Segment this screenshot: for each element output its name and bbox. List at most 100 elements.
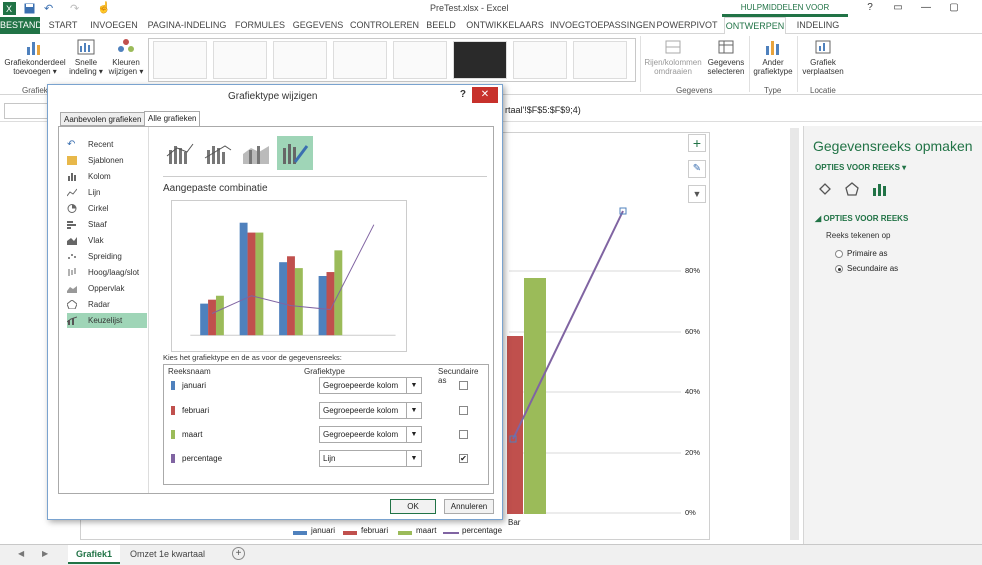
- sheet-tab-omzet[interactable]: Omzet 1e kwartaal: [122, 545, 213, 564]
- chart-type-select[interactable]: Lijn ▼: [319, 450, 422, 467]
- category-surface[interactable]: Oppervlak: [67, 281, 147, 296]
- minimize-icon[interactable]: —: [912, 0, 940, 17]
- category-templates[interactable]: Sjablonen: [67, 153, 147, 168]
- move-chart-button[interactable]: Grafiek verplaatsen: [800, 36, 846, 76]
- dialog-close-icon[interactable]: ✕: [472, 87, 498, 103]
- undo-icon[interactable]: ↶: [44, 2, 53, 15]
- chart-elements-button[interactable]: +: [688, 134, 706, 152]
- category-scatter[interactable]: Spreiding: [67, 249, 147, 264]
- ok-button[interactable]: OK: [390, 499, 436, 514]
- fill-line-icon[interactable]: [817, 181, 833, 197]
- tab-start[interactable]: START: [44, 17, 82, 34]
- help-icon[interactable]: ?: [856, 0, 884, 17]
- combo-subtype-2-icon[interactable]: [201, 136, 237, 170]
- table-row: februari Gegroepeerde kolom ▼: [164, 400, 488, 424]
- category-bar[interactable]: Staaf: [67, 217, 147, 232]
- tab-controleren[interactable]: CONTROLEREN: [350, 17, 419, 34]
- chart-style-3[interactable]: [273, 41, 327, 79]
- tab-formules[interactable]: FORMULES: [234, 17, 286, 34]
- tab-indeling[interactable]: INDELING: [792, 17, 844, 34]
- tab-recommended-charts[interactable]: Aanbevolen grafieken: [60, 112, 146, 126]
- chart-styles-gallery[interactable]: [148, 38, 636, 82]
- series-color-swatch: [171, 430, 175, 439]
- category-radar[interactable]: Radar: [67, 297, 147, 312]
- chart-element-icon: [27, 42, 40, 55]
- chart-style-8[interactable]: [573, 41, 627, 79]
- quick-layout-button[interactable]: Snelle indeling ▾: [68, 36, 104, 76]
- category-combo[interactable]: Keuzelijst: [67, 313, 147, 328]
- add-element-label-1: Grafiekonderdeel: [4, 58, 66, 67]
- series-name: januari: [182, 381, 207, 390]
- dialog-help-icon[interactable]: ?: [460, 89, 466, 100]
- chart-style-1[interactable]: [153, 41, 207, 79]
- category-label: Keuzelijst: [88, 316, 123, 325]
- chart-styles-brush-icon[interactable]: ✎: [688, 160, 706, 178]
- series-options-section[interactable]: ◢ OPTIES VOOR REEKS: [815, 214, 908, 223]
- secondary-axis-checkbox[interactable]: ✔: [459, 454, 468, 463]
- tab-beeld[interactable]: BEELD: [424, 17, 458, 34]
- tab-gegevens[interactable]: GEGEVENS: [292, 17, 344, 34]
- series-options-dropdown[interactable]: OPTIES VOOR REEKS ▾: [815, 163, 906, 172]
- category-column[interactable]: Kolom: [67, 169, 147, 184]
- sheet-tab-grafiek1[interactable]: Grafiek1: [68, 545, 121, 564]
- category-stock[interactable]: Hoog/laag/slot: [67, 265, 147, 280]
- touch-mode-icon[interactable]: ☝: [97, 1, 111, 14]
- tab-pagina-indeling[interactable]: PAGINA-INDELING: [146, 17, 228, 34]
- chart-type-select[interactable]: Gegroepeerde kolom ▼: [319, 377, 422, 394]
- series-options-icon[interactable]: [871, 181, 887, 197]
- effects-icon[interactable]: [844, 181, 860, 197]
- chart-style-7[interactable]: [513, 41, 567, 79]
- series-color-swatch: [171, 454, 175, 463]
- chart-type-select[interactable]: Gegroepeerde kolom ▼: [319, 426, 422, 443]
- series-name: percentage: [182, 454, 223, 463]
- category-pie[interactable]: Cirkel: [67, 201, 147, 216]
- cancel-button[interactable]: Annuleren: [444, 499, 494, 514]
- select-data-button[interactable]: Gegevens selecteren: [704, 36, 748, 76]
- redo-icon[interactable]: ↷: [70, 2, 79, 15]
- maximize-icon[interactable]: ▢: [940, 0, 968, 17]
- chart-type-value: Gegroepeerde kolom: [323, 381, 399, 390]
- bar-maart[interactable]: [524, 278, 546, 514]
- add-sheet-icon[interactable]: +: [232, 547, 245, 560]
- scroll-right-icon[interactable]: ▶: [42, 549, 48, 558]
- add-chart-element-button[interactable]: Grafiekonderdeel toevoegen ▾: [2, 36, 68, 76]
- switch-row-column-button[interactable]: Rijen/kolommen omdraaien: [642, 36, 704, 76]
- tab-ontwerpen[interactable]: ONTWERPEN: [724, 17, 786, 35]
- tab-powerpivot[interactable]: POWERPIVOT: [656, 17, 718, 34]
- quick-layout-label-1: Snelle: [74, 58, 98, 67]
- change-chart-type-button[interactable]: Ander grafiektype: [750, 36, 796, 76]
- ribbon-options-icon[interactable]: ▭: [884, 0, 912, 17]
- category-line[interactable]: Lijn: [67, 185, 147, 200]
- chart-style-4[interactable]: [333, 41, 387, 79]
- primary-axis-label: Primaire as: [847, 249, 888, 258]
- tab-invoegtoepassingen[interactable]: INVOEGTOEPASSINGEN: [550, 17, 655, 34]
- chart-type-icon: [766, 41, 779, 55]
- select-data-label-2: selecteren: [707, 67, 745, 76]
- chart-style-5[interactable]: [393, 41, 447, 79]
- chart-style-6[interactable]: [453, 41, 507, 79]
- tab-all-charts[interactable]: Alle grafieken: [144, 111, 201, 127]
- save-icon[interactable]: [24, 3, 35, 14]
- pane-title: Gegevensreeks opmaken: [813, 138, 973, 154]
- category-recent[interactable]: ↶ Recent: [67, 137, 147, 152]
- radar-chart-icon: [67, 300, 77, 309]
- combo-subtype-3-icon[interactable]: [239, 136, 275, 170]
- chart-style-2[interactable]: [213, 41, 267, 79]
- tab-ontwikkelaars[interactable]: ONTWIKKELAARS: [466, 17, 544, 34]
- secondary-axis-checkbox[interactable]: [459, 430, 468, 439]
- change-colors-button[interactable]: Kleuren wijzigen ▾: [106, 36, 146, 76]
- secondary-axis-checkbox[interactable]: [459, 381, 468, 390]
- secondary-axis-checkbox[interactable]: [459, 406, 468, 415]
- tab-invoegen[interactable]: INVOEGEN: [88, 17, 140, 34]
- scroll-left-icon[interactable]: ◀: [18, 549, 24, 558]
- secondary-axis-radio[interactable]: [835, 265, 843, 273]
- vertical-scrollbar[interactable]: [790, 128, 799, 540]
- combo-subtype-1-icon[interactable]: [163, 136, 199, 170]
- formula-text[interactable]: rtaal'!$F$5:$F$9;4): [505, 105, 581, 115]
- chart-type-select[interactable]: Gegroepeerde kolom ▼: [319, 402, 422, 419]
- category-area[interactable]: Vlak: [67, 233, 147, 248]
- combo-custom-icon[interactable]: [277, 136, 313, 170]
- primary-axis-radio[interactable]: [835, 250, 843, 258]
- chart-filter-icon[interactable]: ▼: [688, 185, 706, 203]
- tab-bestand[interactable]: BESTAND: [0, 17, 42, 34]
